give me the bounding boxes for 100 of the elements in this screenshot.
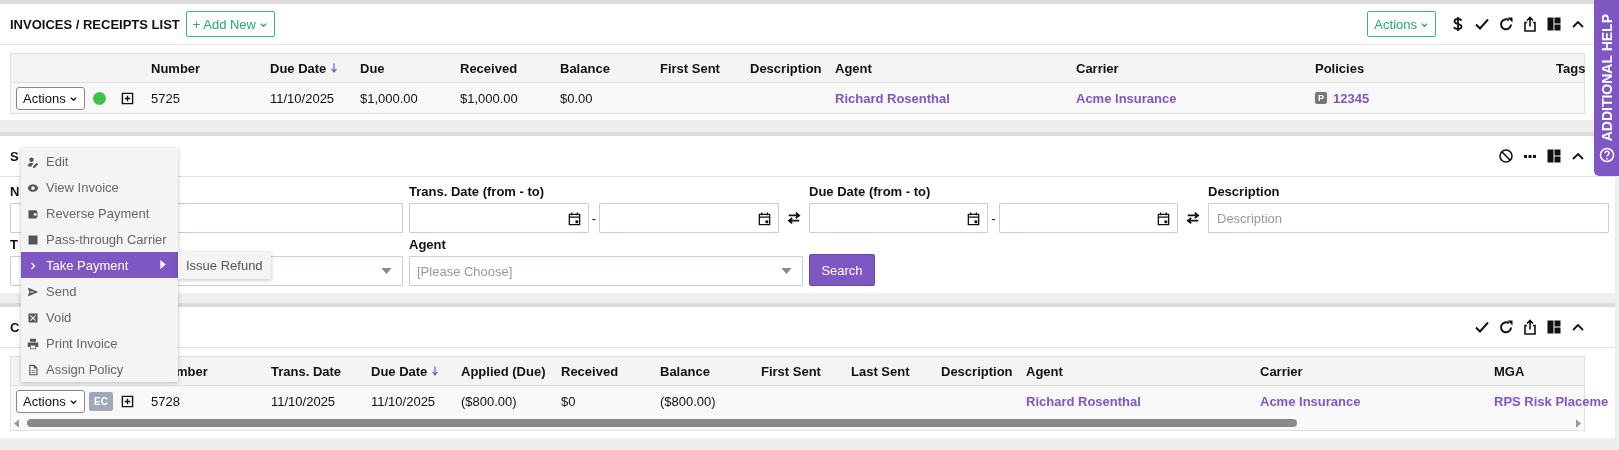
menu-item[interactable]: Take Payment	[21, 252, 178, 278]
column-header[interactable]: Policies	[1315, 60, 1365, 76]
table-cell: $0	[561, 393, 576, 409]
calendar-icon[interactable]	[757, 210, 772, 226]
column-header[interactable]: Description	[750, 60, 822, 76]
table-cell: ($800.00)	[660, 393, 716, 409]
calendar-icon[interactable]	[966, 210, 982, 226]
date-field[interactable]	[809, 203, 989, 233]
calendar-icon[interactable]	[1156, 210, 1171, 226]
column-header[interactable]: Received	[460, 60, 518, 76]
document-icon	[27, 363, 39, 376]
table-cell: 5728	[151, 393, 180, 409]
column-header[interactable]: Due Date	[270, 60, 327, 76]
column-header[interactable]: Trans. Date	[271, 363, 342, 379]
table-link[interactable]: Richard Rosenthal	[1026, 393, 1141, 409]
column-header[interactable]: Applied (Due)	[461, 363, 546, 379]
menu-item[interactable]: Send	[21, 278, 178, 304]
field-label: T	[10, 237, 18, 253]
sort-down-icon[interactable]	[431, 365, 440, 377]
column-header[interactable]: Balance	[560, 60, 610, 76]
menu-item[interactable]: Issue Refund	[178, 252, 271, 279]
scroll-left-icon[interactable]	[14, 418, 19, 428]
table-cell: $1,000.00	[360, 90, 418, 106]
printer-icon	[27, 337, 39, 350]
calendar-icon[interactable]	[566, 210, 582, 226]
table-cell: 11/10/2025	[270, 90, 335, 106]
column-header[interactable]: Carrier	[1260, 363, 1303, 379]
actions-button[interactable]: Actions	[16, 389, 85, 413]
field-label: Trans. Date (from - to)	[409, 184, 545, 200]
field-label: N	[10, 184, 20, 200]
column-header[interactable]: Number	[151, 60, 201, 76]
submenu-arrow-icon	[160, 260, 166, 269]
layout-icon[interactable]	[1546, 319, 1562, 335]
additional-help-tab[interactable]: ADDITIONAL HELP	[1594, 0, 1619, 176]
panel-title: INVOICES / RECEIPTS LIST	[10, 16, 180, 32]
ban-icon[interactable]	[1498, 148, 1514, 164]
panel-title: S	[10, 148, 19, 164]
separator-text: -	[991, 210, 996, 226]
person-pencil-icon	[27, 155, 39, 168]
menu-item[interactable]: Assign Policy	[21, 356, 178, 382]
refresh-icon[interactable]	[1498, 16, 1514, 32]
field-label: Description	[1208, 184, 1280, 200]
separator-text: -	[591, 210, 597, 226]
table-link[interactable]: Acme Insurance	[1076, 90, 1177, 106]
layout-icon[interactable]	[1546, 148, 1562, 164]
date-field[interactable]	[409, 203, 589, 233]
expand-icon[interactable]	[121, 91, 134, 105]
column-header[interactable]: MGA	[1494, 363, 1525, 379]
layout-icon[interactable]	[1546, 16, 1562, 32]
wallet-icon	[27, 207, 39, 220]
send-icon	[27, 285, 39, 298]
check-icon[interactable]	[1474, 16, 1490, 32]
policy-link[interactable]: 12345	[1333, 90, 1370, 106]
table-link[interactable]: RPS Risk Placeme	[1494, 393, 1609, 409]
search-button[interactable]: Search	[809, 254, 875, 286]
column-header[interactable]: First Sent	[761, 363, 821, 379]
share-icon[interactable]	[1522, 319, 1538, 335]
date-field[interactable]	[599, 203, 779, 233]
horizontal-scrollbar[interactable]	[11, 416, 1584, 430]
table-link[interactable]: Richard Rosenthal	[835, 90, 950, 106]
table-cell: ($800.00)	[461, 393, 517, 409]
column-header[interactable]: Last Sent	[851, 363, 910, 379]
help-icon	[1598, 147, 1615, 163]
table-link[interactable]: Acme Insurance	[1260, 393, 1361, 409]
eye-icon	[27, 181, 39, 194]
actions-button[interactable]: Actions	[16, 86, 85, 110]
column-header[interactable]: Carrier	[1076, 60, 1119, 76]
column-header[interactable]: Tags	[1556, 60, 1586, 76]
policy-badge: P	[1315, 92, 1327, 104]
input-field[interactable]: Description	[1208, 203, 1609, 233]
column-header[interactable]: Due Date	[371, 363, 428, 379]
refresh-icon[interactable]	[1498, 319, 1514, 335]
menu-item[interactable]: Print Invoice	[21, 330, 178, 356]
column-header[interactable]: Description	[941, 363, 1013, 379]
menu-item[interactable]: Pass-through Carrier	[21, 226, 178, 252]
field-label: Agent	[409, 237, 446, 253]
swap-icon[interactable]	[785, 211, 803, 225]
sort-down-icon[interactable]	[330, 62, 339, 74]
field-label: Due Date (from - to)	[809, 184, 931, 200]
expand-icon[interactable]	[121, 394, 134, 408]
panel-title: C	[10, 319, 20, 335]
column-header[interactable]: Agent	[835, 60, 872, 76]
menu-item[interactable]: Void	[21, 304, 178, 330]
menu-item[interactable]: Edit	[21, 148, 178, 174]
scroll-right-icon[interactable]	[1576, 418, 1581, 428]
column-header[interactable]: Balance	[660, 363, 710, 379]
column-header[interactable]: Received	[561, 363, 619, 379]
share-icon[interactable]	[1522, 16, 1538, 32]
menu-item[interactable]: Reverse Payment	[21, 200, 178, 226]
swap-icon[interactable]	[1184, 211, 1202, 225]
column-header[interactable]: First Sent	[660, 60, 720, 76]
table-cell: 11/10/2025	[371, 393, 436, 409]
table-cell: $1,000.00	[460, 90, 518, 106]
column-header[interactable]: Due	[360, 60, 385, 76]
date-field[interactable]	[998, 203, 1178, 233]
dropdown-arrow-icon	[381, 268, 392, 274]
table-cell: 11/10/2025	[271, 393, 336, 409]
menu-item[interactable]: View Invoice	[21, 174, 178, 200]
check-icon[interactable]	[1474, 319, 1490, 335]
column-header[interactable]: Agent	[1026, 363, 1063, 379]
